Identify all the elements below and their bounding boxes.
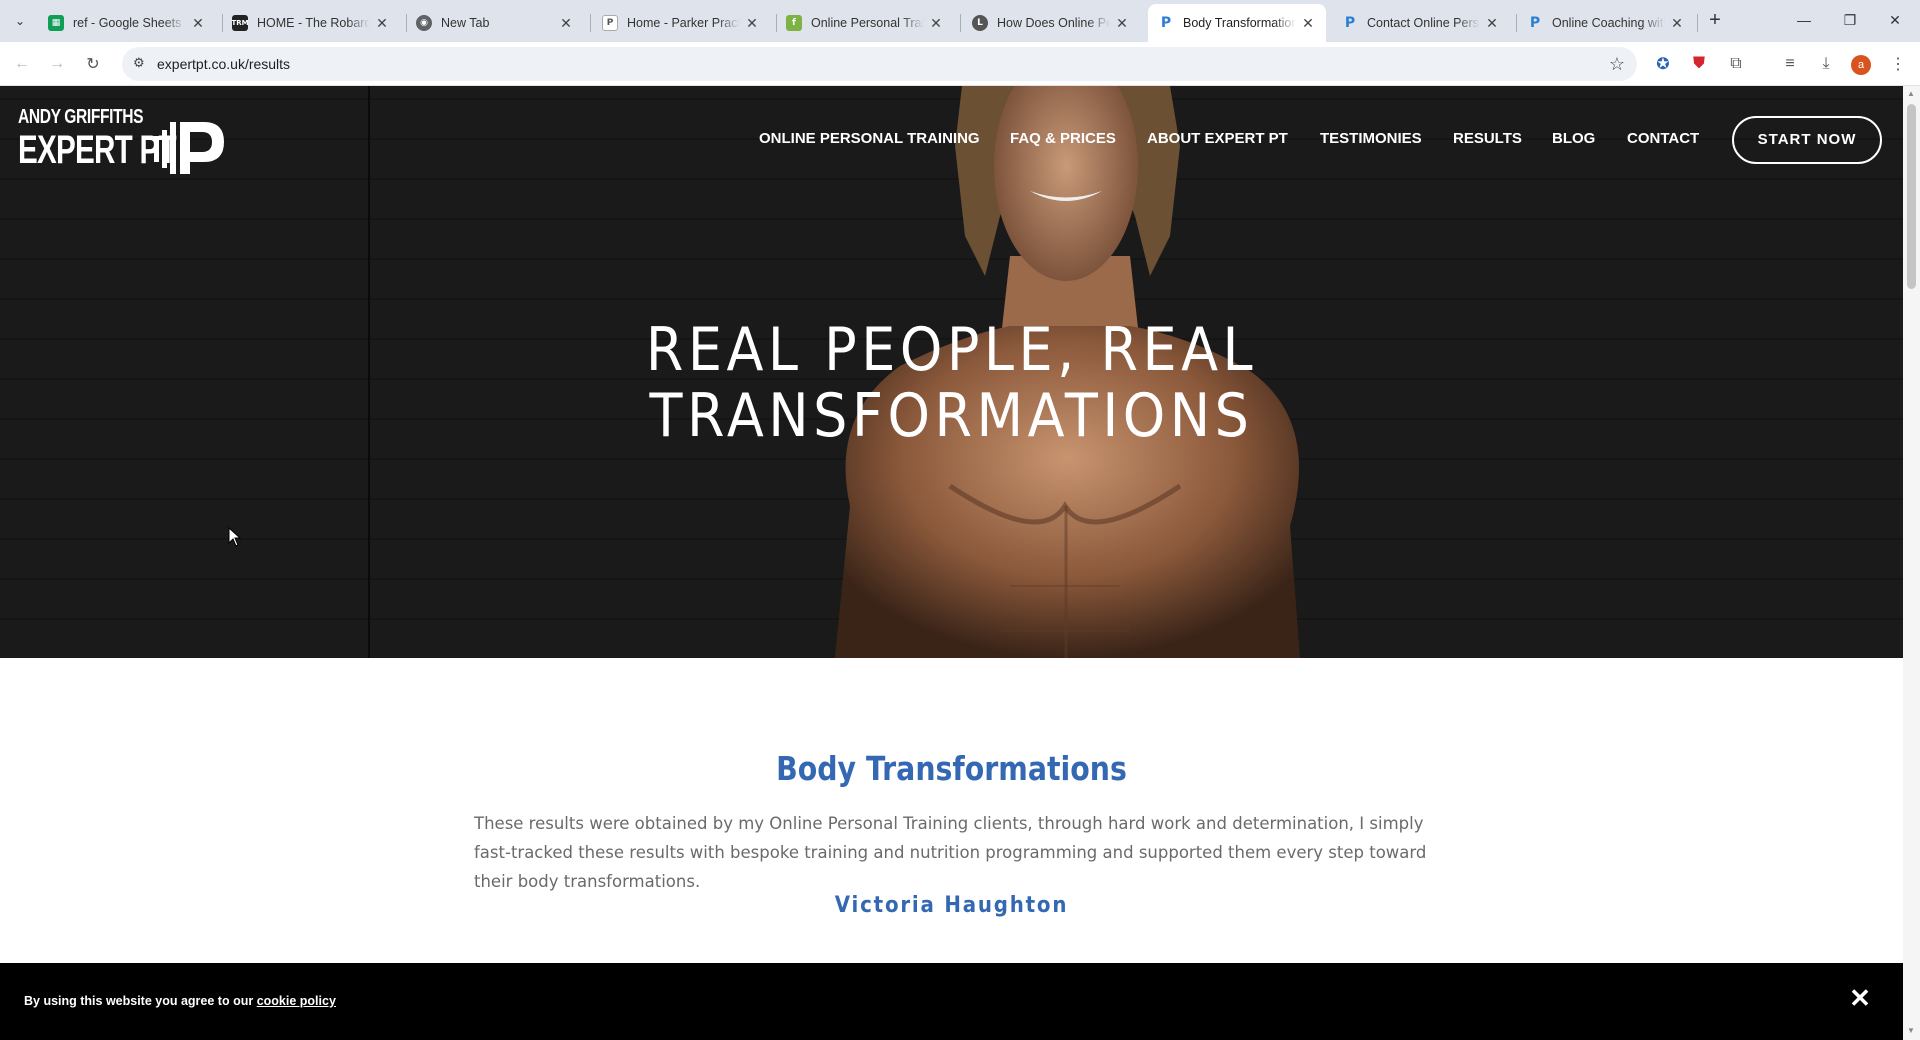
- shield-extension-icon[interactable]: ⛊: [1685, 50, 1713, 78]
- page-viewport: ANDY GRIFFITHS EXPERT PT ONLINE PERSONAL…: [0, 86, 1903, 1040]
- hero-title: REAL PEOPLE, REAL TRANSFORMATIONS: [645, 315, 1258, 451]
- download-icon[interactable]: ⤓: [1812, 50, 1840, 78]
- site-logo[interactable]: ANDY GRIFFITHS EXPERT PT: [18, 104, 224, 174]
- mouse-pointer-icon: [228, 527, 242, 547]
- cookie-message: By using this website you agree to our c…: [24, 994, 336, 1008]
- site-info-icon[interactable]: ⚙: [133, 55, 151, 73]
- expertpt-icon: P: [1527, 15, 1543, 31]
- nav-testimonies[interactable]: TESTIMONIES: [1320, 130, 1422, 158]
- chrome-icon: ◉: [416, 15, 432, 31]
- close-tab-icon[interactable]: ✕: [928, 15, 944, 31]
- tab-strip: ⌄ ▦ ref - Google Sheets ✕ TRM HOME - The…: [0, 0, 1920, 42]
- close-tab-icon[interactable]: ✕: [744, 15, 760, 31]
- nav-about-expert-pt[interactable]: ABOUT EXPERT PT: [1147, 130, 1288, 158]
- nav-online-personal-training[interactable]: ONLINE PERSONAL TRAINING: [759, 130, 980, 158]
- close-tab-icon[interactable]: ✕: [1484, 15, 1500, 31]
- close-window-icon[interactable]: ✕: [1877, 6, 1913, 34]
- menu-kebab-icon[interactable]: ⋮: [1884, 50, 1912, 78]
- close-tab-icon[interactable]: ✕: [190, 15, 206, 31]
- tab-how-does-online[interactable]: L How Does Online Personal ✕: [962, 4, 1140, 42]
- sheets-icon: ▦: [48, 15, 64, 31]
- minimize-icon[interactable]: —: [1786, 6, 1822, 34]
- close-tab-icon[interactable]: ✕: [558, 15, 574, 31]
- extension-icon[interactable]: ✪: [1649, 50, 1677, 78]
- tab-new-tab[interactable]: ◉ New Tab ✕: [406, 4, 584, 42]
- nav-faq-prices[interactable]: FAQ & PRICES: [1010, 130, 1116, 158]
- scroll-up-arrow-icon[interactable]: ▲: [1907, 89, 1915, 98]
- nav-contact[interactable]: CONTACT: [1627, 130, 1699, 158]
- tab-search-chevron-icon[interactable]: ⌄: [8, 9, 32, 33]
- leaf-icon: f: [786, 15, 802, 31]
- section-title: Body Transformations: [776, 749, 1127, 788]
- bookmark-star-icon[interactable]: ☆: [1609, 54, 1625, 75]
- address-bar[interactable]: ⚙ expertpt.co.uk/results ☆: [122, 47, 1637, 81]
- tab-parker-practice[interactable]: P Home - Parker Practice ✕: [592, 4, 770, 42]
- trm-icon: TRM: [231, 15, 249, 31]
- cookie-policy-link[interactable]: cookie policy: [257, 994, 336, 1008]
- close-tab-icon[interactable]: ✕: [1114, 15, 1130, 31]
- close-tab-icon[interactable]: ✕: [374, 15, 390, 31]
- scroll-down-arrow-icon[interactable]: ▼: [1907, 1026, 1915, 1035]
- expertpt-icon: P: [1158, 15, 1174, 31]
- logo-barbell-p-icon: [154, 122, 224, 174]
- parker-icon: P: [602, 15, 618, 31]
- scrollbar-thumb[interactable]: [1907, 104, 1916, 289]
- close-tab-icon[interactable]: ✕: [1669, 15, 1685, 31]
- expertpt-icon: P: [1342, 15, 1358, 31]
- back-arrow-icon[interactable]: ←: [8, 50, 36, 78]
- tab-online-personal-training[interactable]: f Online Personal Training ✕: [776, 4, 954, 42]
- new-tab-plus-icon[interactable]: +: [1703, 9, 1727, 33]
- media-control-icon[interactable]: ≡: [1776, 50, 1804, 78]
- client-name-heading: Victoria Haughton: [834, 893, 1069, 918]
- tab-contact-online[interactable]: P Contact Online Personal ✕: [1332, 4, 1510, 42]
- nav-results[interactable]: RESULTS: [1453, 130, 1522, 158]
- l-icon: L: [972, 15, 988, 31]
- hero-banner: ANDY GRIFFITHS EXPERT PT ONLINE PERSONAL…: [0, 86, 1903, 658]
- close-tab-icon[interactable]: ✕: [1300, 15, 1316, 31]
- tab-google-sheets[interactable]: ▦ ref - Google Sheets ✕: [38, 4, 216, 42]
- start-now-button[interactable]: START NOW: [1732, 116, 1882, 164]
- tab-body-transformations[interactable]: P Body Transformations ✕: [1148, 4, 1326, 42]
- restore-icon[interactable]: ❐: [1832, 6, 1868, 34]
- puzzle-extensions-icon[interactable]: ⧉: [1722, 50, 1750, 78]
- url-text[interactable]: expertpt.co.uk/results: [157, 56, 290, 72]
- forward-arrow-icon[interactable]: →: [43, 50, 71, 78]
- close-cookie-icon[interactable]: ✕: [1845, 983, 1875, 1013]
- intro-paragraph: These results were obtained by my Online…: [474, 814, 1427, 891]
- browser-toolbar: ← → ↻ ⚙ expertpt.co.uk/results ☆ ✪ ⛊ ⧉ ≡…: [0, 42, 1920, 86]
- cookie-banner: By using this website you agree to our c…: [0, 963, 1903, 1040]
- profile-avatar[interactable]: a: [1851, 55, 1871, 75]
- tab-online-coaching[interactable]: P Online Coaching with ✕: [1517, 4, 1695, 42]
- nav-blog[interactable]: BLOG: [1552, 130, 1595, 158]
- reload-icon[interactable]: ↻: [79, 50, 107, 78]
- tab-robards[interactable]: TRM HOME - The Robards ✕: [222, 4, 400, 42]
- page-scrollbar[interactable]: ▲ ▼: [1903, 86, 1920, 1040]
